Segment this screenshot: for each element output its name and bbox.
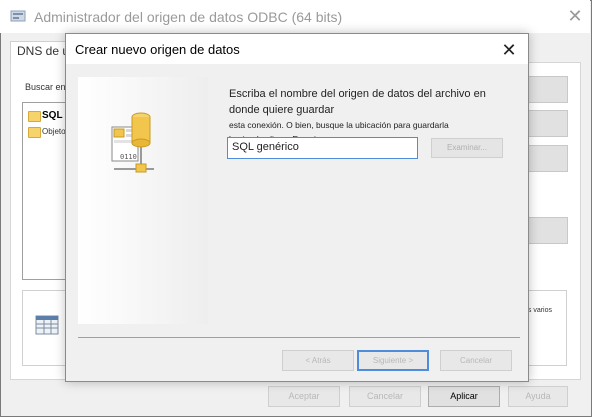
next-button[interactable]: Siguiente >	[357, 350, 429, 371]
cancel-button[interactable]: Cancelar	[349, 386, 421, 407]
back-button[interactable]: < Atrás	[282, 350, 354, 371]
browse-button[interactable]: Examinar...	[431, 138, 503, 158]
odbc-admin-title: Administrador del origen de datos ODBC (…	[34, 9, 343, 25]
folder-icon	[28, 127, 41, 138]
instructions-line: esta conexión. O bien, busque la ubicaci…	[229, 120, 449, 130]
dialog-title: Crear nuevo origen de datos	[75, 42, 240, 57]
apply-button[interactable]: Aplicar	[428, 386, 500, 407]
database-file-icon: 0110	[108, 109, 158, 179]
close-icon[interactable]: ✕	[566, 6, 584, 26]
data-source-name-input[interactable]: SQL genérico	[227, 137, 418, 159]
divider	[78, 337, 520, 338]
odbc-admin-icon	[10, 8, 26, 24]
graphic-icon-label: 0110	[120, 153, 137, 161]
ok-button[interactable]: Aceptar	[268, 386, 340, 407]
close-icon[interactable]: ✕	[500, 40, 518, 60]
database-table-icon	[32, 310, 62, 340]
dialog-cancel-button[interactable]: Cancelar	[440, 350, 512, 371]
help-button[interactable]: Ayuda	[508, 386, 568, 407]
search-in-label: Buscar en:	[25, 82, 69, 92]
instructions-line: Escriba el nombre del origen de datos de…	[229, 88, 486, 116]
folder-icon	[28, 111, 41, 122]
list-item[interactable]: SQL	[42, 110, 63, 121]
